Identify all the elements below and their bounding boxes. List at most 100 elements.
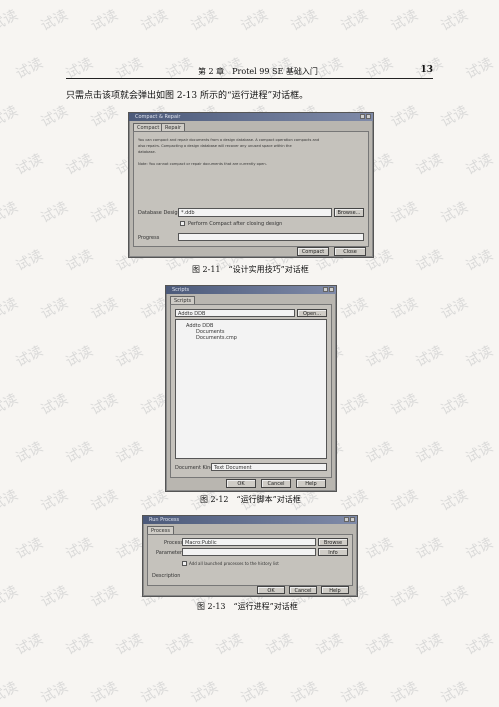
watermark-text: 试读 <box>438 583 471 611</box>
watermark-text: 试读 <box>388 295 421 323</box>
checkbox-label: Perform Compact after closing design <box>188 221 283 227</box>
watermark-text: 试读 <box>38 487 71 515</box>
help-icon[interactable] <box>344 517 349 522</box>
watermark-text: 试读 <box>13 55 46 83</box>
watermark-text: 试读 <box>63 439 96 467</box>
document-tree[interactable]: Addto DDB Documents Documents.cmp <box>175 319 327 459</box>
watermark-text: 试读 <box>113 439 146 467</box>
help-icon[interactable] <box>323 287 328 292</box>
document-kind-label: Document Kind <box>175 465 214 471</box>
compact-button[interactable]: Compact <box>297 247 329 256</box>
checkbox-label: Add all launched processes to the histor… <box>189 561 279 566</box>
watermark-text: 试读 <box>438 103 471 131</box>
watermark-text: 试读 <box>363 631 396 659</box>
watermark-text: 试读 <box>38 103 71 131</box>
page-number: 13 <box>420 65 433 75</box>
browse-button[interactable]: Browse <box>318 538 348 546</box>
help-button[interactable]: Help <box>321 586 349 594</box>
watermark-text: 试读 <box>313 631 346 659</box>
watermark-text: 试读 <box>0 7 21 35</box>
close-button[interactable]: Close <box>334 247 366 256</box>
titlebar: Scripts <box>166 286 336 294</box>
chapter-title: 第 2 章 Protel 99 SE 基础入门 <box>198 67 318 76</box>
watermark-text: 试读 <box>463 535 496 563</box>
watermark-text: 试读 <box>13 631 46 659</box>
watermark-text: 试读 <box>113 535 146 563</box>
progress-label: Progress <box>138 235 160 241</box>
watermark-text: 试读 <box>113 343 146 371</box>
description-line: database. <box>138 150 156 154</box>
document-kind-select[interactable]: Text Document <box>211 463 327 471</box>
window-title: Scripts <box>172 287 190 293</box>
process-input[interactable]: Macro:Public <box>182 538 316 546</box>
watermark-text: 试读 <box>0 103 21 131</box>
watermark-text: 试读 <box>338 391 371 419</box>
watermark-text: 试读 <box>0 199 21 227</box>
close-icon[interactable] <box>329 287 334 292</box>
ok-button[interactable]: OK <box>257 586 285 594</box>
open-button[interactable]: Open... <box>297 309 327 317</box>
database-design-label: Database Design <box>138 210 181 216</box>
watermark-text: 试读 <box>463 247 496 275</box>
watermark-text: 试读 <box>163 631 196 659</box>
watermark-text: 试读 <box>63 247 96 275</box>
process-label: Process <box>164 540 183 546</box>
watermark-text: 试读 <box>338 295 371 323</box>
watermark-text: 试读 <box>338 679 371 707</box>
watermark-text: 试读 <box>63 151 96 179</box>
watermark-text: 试读 <box>463 55 496 83</box>
watermark-text: 试读 <box>413 439 446 467</box>
watermark-text: 试读 <box>363 343 396 371</box>
note-text: Note: You cannot compact or repair docum… <box>138 162 267 166</box>
watermark-text: 试读 <box>13 535 46 563</box>
help-button[interactable]: Help <box>296 479 326 488</box>
watermark-text: 试读 <box>0 583 21 611</box>
watermark-text: 试读 <box>88 295 121 323</box>
figure-2-11-caption: 图 2-11 “设计实用技巧”对话框 <box>192 265 309 274</box>
document-page: 试读 试读 试读 试读 试读 试读 试读 试读 试读 试读 试读 试读 试读 试读 试读 试读 试读 试读 试读 试读… <box>0 0 499 706</box>
watermark-text: 试读 <box>463 439 496 467</box>
watermark-text: 试读 <box>463 151 496 179</box>
help-icon[interactable] <box>360 114 365 119</box>
watermark-text: 试读 <box>138 7 171 35</box>
watermark-text: 试读 <box>338 7 371 35</box>
watermark-text: 试读 <box>438 7 471 35</box>
description-line: also repairs. Compacting a design databa… <box>138 144 292 148</box>
cancel-button[interactable]: Cancel <box>289 586 317 594</box>
database-design-input[interactable]: *.ddb <box>178 208 332 217</box>
parameters-input[interactable] <box>182 548 316 556</box>
info-button[interactable]: Info <box>318 548 348 556</box>
titlebar: Compact & Repair <box>129 113 373 121</box>
watermark-text: 试读 <box>288 679 321 707</box>
close-icon[interactable] <box>350 517 355 522</box>
watermark-text: 试读 <box>413 343 446 371</box>
description-line: You can compact and repair documents fro… <box>138 138 320 142</box>
titlebar: Run Process <box>143 516 357 524</box>
tree-item[interactable]: Documents.cmp <box>196 334 237 342</box>
ok-button[interactable]: OK <box>226 479 256 488</box>
watermark-text: 试读 <box>13 151 46 179</box>
browse-button[interactable]: Browse... <box>334 208 364 217</box>
watermark-text: 试读 <box>88 103 121 131</box>
watermark-text: 试读 <box>213 631 246 659</box>
watermark-text: 试读 <box>413 535 446 563</box>
watermark-text: 试读 <box>288 7 321 35</box>
tab-panel: Process Macro:Public Browse Parameters I… <box>147 534 353 586</box>
tab-panel: Addto DDB Open... Addto DDB Documents Do… <box>170 304 332 478</box>
watermark-text: 试读 <box>463 343 496 371</box>
compact-after-closing-checkbox[interactable] <box>180 221 185 226</box>
watermark-text: 试读 <box>388 487 421 515</box>
ddb-combo[interactable]: Addto DDB <box>175 309 295 317</box>
cancel-button[interactable]: Cancel <box>261 479 291 488</box>
window-title: Run Process <box>149 517 180 523</box>
history-checkbox[interactable] <box>182 561 187 566</box>
close-icon[interactable] <box>366 114 371 119</box>
watermark-text: 试读 <box>63 343 96 371</box>
watermark-text: 试读 <box>413 151 446 179</box>
watermark-text: 试读 <box>88 487 121 515</box>
watermark-text: 试读 <box>88 7 121 35</box>
progress-bar <box>178 233 364 241</box>
watermark-text: 试读 <box>63 535 96 563</box>
watermark-text: 试读 <box>463 631 496 659</box>
watermark-text: 试读 <box>363 439 396 467</box>
